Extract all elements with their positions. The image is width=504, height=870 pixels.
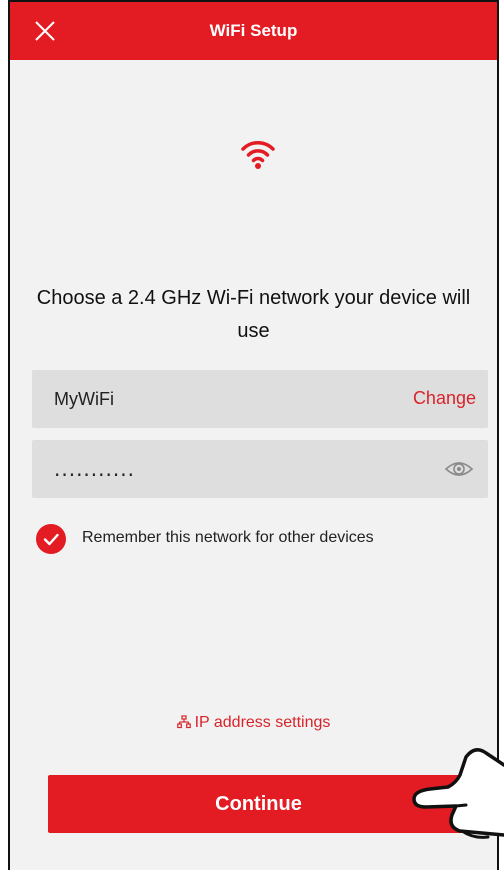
eye-icon — [444, 462, 474, 476]
change-network-link[interactable]: Change — [413, 370, 476, 426]
page-title: WiFi Setup — [209, 21, 298, 40]
app-bar: WiFi Setup — [10, 2, 497, 60]
close-icon — [35, 21, 55, 41]
show-password-toggle[interactable] — [444, 457, 474, 481]
password-field[interactable] — [32, 440, 488, 498]
checkmark-icon — [43, 533, 59, 546]
wifi-icon — [241, 141, 275, 169]
checkbox-checked — [36, 524, 66, 554]
password-input[interactable] — [54, 440, 434, 498]
continue-button[interactable]: Continue — [48, 775, 469, 833]
ip-address-settings-label: IP address settings — [194, 714, 331, 731]
network-prompt-heading: Choose a 2.4 GHz Wi-Fi network your devi… — [36, 287, 471, 342]
remember-network-label: Remember this network for other devices — [82, 529, 374, 546]
ip-address-settings-link[interactable]: IP address settings — [10, 714, 497, 732]
network-icon — [176, 715, 191, 729]
network-field[interactable]: MyWiFi Change — [32, 370, 488, 428]
close-button[interactable] — [32, 18, 58, 44]
app-screen: WiFi Setup Choose a 2.4 GHz Wi-Fi networ… — [8, 0, 499, 870]
network-name: MyWiFi — [54, 389, 114, 409]
